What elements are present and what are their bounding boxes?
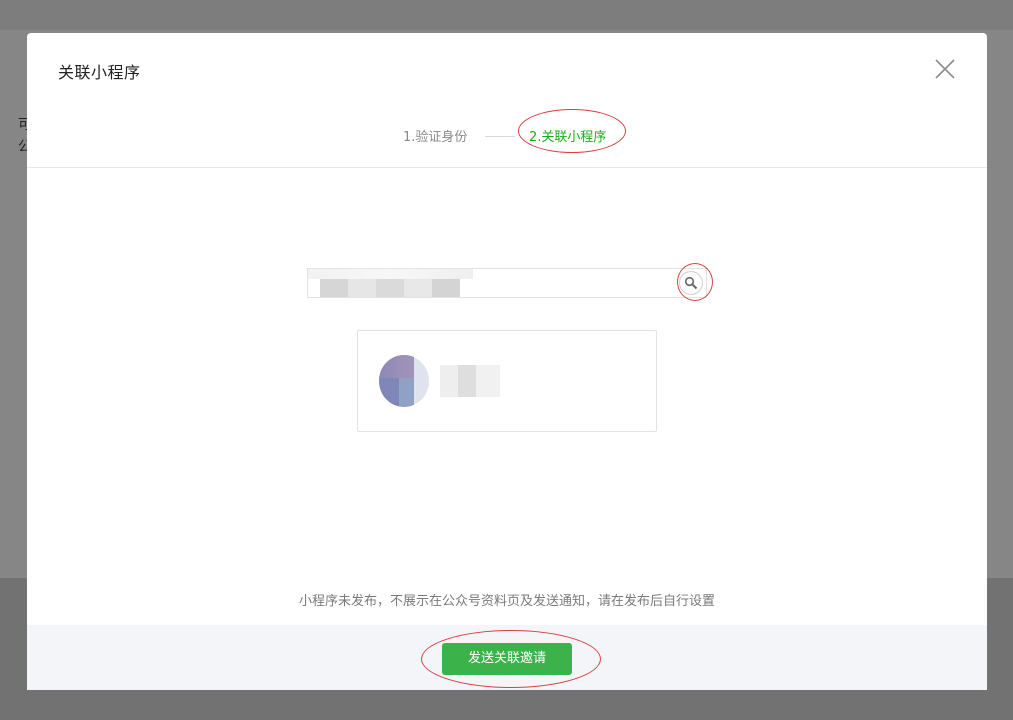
unpublished-notice: 小程序未发布，不展示在公众号资料页及发送通知，请在发布后自行设置 [298,594,715,609]
close-button[interactable] [933,57,957,81]
annotation-circle-search [677,263,713,301]
close-icon [935,59,955,79]
search-input[interactable] [307,268,707,298]
mini-program-name-redacted [440,365,500,397]
step-indicator: 1.验证身份 2.关联小程序 [27,109,987,153]
link-mini-program-dialog: 关联小程序 1.验证身份 2.关联小程序 小程序未发布，不展示在公众号资料页及发… [27,33,987,690]
dialog-title: 关联小程序 [58,63,141,82]
mini-program-avatar [379,355,429,407]
step-verify-identity: 1.验证身份 [403,130,468,145]
search-input-blur [308,269,473,279]
annotation-circle-button [421,630,601,688]
dialog-footer: 发送关联邀请 [27,625,987,690]
step-connector [485,136,515,137]
background-topbar [0,0,1013,30]
header-divider [27,167,987,168]
search-input-value-redacted [320,279,460,297]
annotation-circle-step [518,109,626,153]
mini-program-result-card[interactable] [357,330,657,432]
